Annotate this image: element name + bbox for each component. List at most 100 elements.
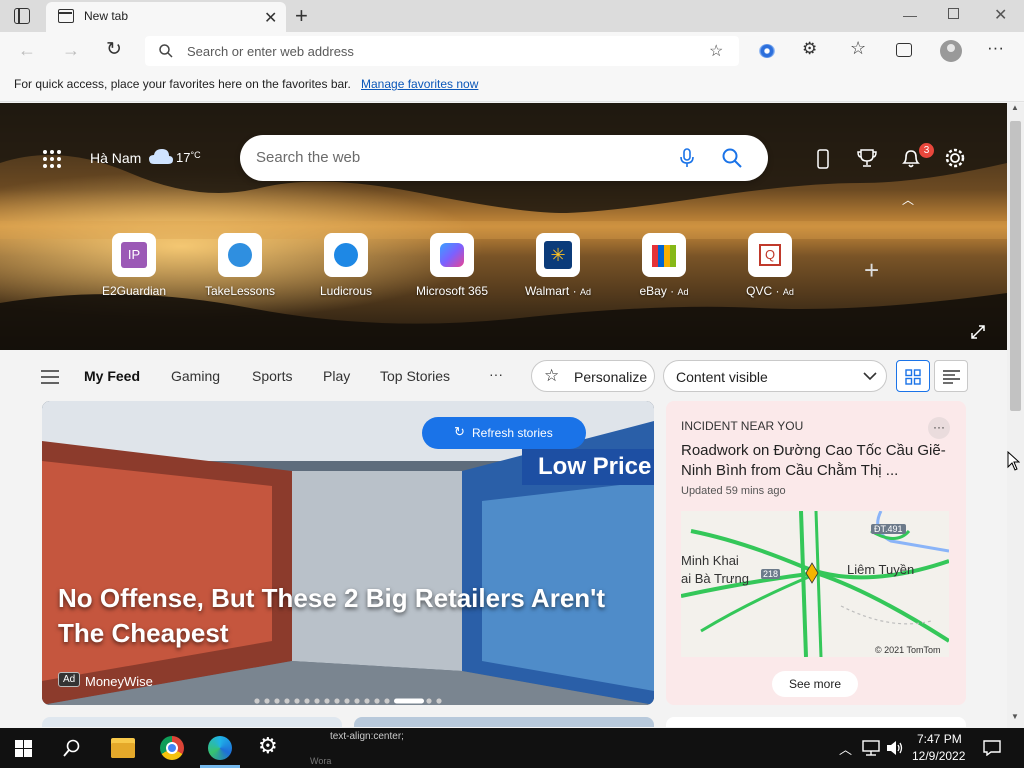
refresh-stories-button[interactable]: ↻ Refresh stories <box>422 417 586 449</box>
quick-link-label: eBay · Ad <box>639 284 689 298</box>
scroll-up-arrow[interactable]: ▲ <box>1011 103 1019 112</box>
temperature-value: 17 <box>176 150 191 165</box>
tab-top-stories[interactable]: Top Stories <box>380 368 450 384</box>
close-window-button[interactable]: ✕ <box>994 5 1007 25</box>
weather-location[interactable]: Hà Nam <box>90 150 141 166</box>
grid-layout-button[interactable] <box>896 360 930 392</box>
collapse-chevron-up-icon[interactable]: ︿ <box>902 191 914 208</box>
profile-avatar[interactable] <box>940 40 962 62</box>
expand-icon[interactable] <box>971 325 985 339</box>
search-icon <box>159 44 173 58</box>
settings-gear-icon[interactable]: ⚙ <box>258 733 278 759</box>
list-layout-button[interactable] <box>934 360 968 392</box>
new-tab-page-icon <box>58 9 74 23</box>
edge-icon[interactable] <box>208 736 232 760</box>
quick-link-ludicrous[interactable]: Ludicrous <box>301 233 391 298</box>
quick-link-e2guardian[interactable]: IP E2Guardian <box>89 233 179 298</box>
page-scrollbar[interactable]: ▲ ▼ <box>1007 103 1024 728</box>
address-bar[interactable]: Search or enter web address ☆ <box>145 36 739 66</box>
forward-button[interactable]: → <box>62 40 80 61</box>
windows-start-icon[interactable] <box>15 740 32 757</box>
navigation-bar: ← → ↻ Search or enter web address ☆ ⚙ ☆ … <box>0 32 1024 70</box>
favorites-bar-text: For quick access, place your favorites h… <box>14 77 351 91</box>
extensions-icon[interactable]: ⚙ <box>802 39 817 59</box>
quick-link-ebay[interactable]: eBay · Ad <box>619 233 709 298</box>
store-sign-text: Low Price <box>538 453 652 480</box>
close-tab-icon[interactable]: ✕ <box>264 8 277 28</box>
taskbar-search-icon[interactable] <box>63 739 81 757</box>
collections-icon[interactable] <box>896 43 912 57</box>
network-icon[interactable] <box>862 740 880 756</box>
story-card-partial[interactable] <box>666 717 966 727</box>
profile-extension-icon[interactable] <box>759 44 775 58</box>
quick-link-takelessons[interactable]: TakeLessons <box>195 233 285 298</box>
clock-date[interactable]: 12/9/2022 <box>912 749 965 763</box>
story-source[interactable]: MoneyWise <box>85 674 153 689</box>
cloud-icon <box>149 149 173 164</box>
minimize-button[interactable]: — <box>903 7 917 23</box>
story-headline[interactable]: No Offense, But These 2 Big Retailers Ar… <box>58 581 648 651</box>
tab-sports[interactable]: Sports <box>252 368 292 384</box>
qvc-logo-icon: Q <box>748 233 792 277</box>
story-card-partial[interactable] <box>354 717 654 727</box>
page-settings-gear-icon[interactable] <box>944 147 966 169</box>
add-quick-link-button[interactable]: + <box>864 255 879 286</box>
favorites-icon[interactable]: ☆ <box>850 38 866 59</box>
scroll-down-arrow[interactable]: ▼ <box>1011 712 1019 721</box>
story-card-partial[interactable] <box>42 717 342 727</box>
clock-time[interactable]: 7:47 PM <box>917 732 962 746</box>
quick-link-label: Microsoft 365 <box>415 284 489 298</box>
add-favorite-icon[interactable]: ☆ <box>709 41 723 61</box>
see-more-button[interactable]: See more <box>772 671 858 697</box>
mobile-phone-icon[interactable] <box>817 149 829 169</box>
restore-button[interactable] <box>948 8 959 19</box>
tab-new-tab[interactable]: New tab ✕ <box>46 2 286 32</box>
tab-gaming[interactable]: Gaming <box>171 368 220 384</box>
rewards-trophy-icon[interactable] <box>857 148 877 168</box>
tab-actions-icon[interactable] <box>14 8 30 24</box>
volume-icon[interactable] <box>886 740 904 756</box>
settings-more-icon[interactable]: ··· <box>987 38 1004 58</box>
quick-link-microsoft365[interactable]: Microsoft 365 <box>407 233 497 298</box>
temperature-unit: °C <box>190 150 201 160</box>
refresh-button[interactable]: ↻ <box>106 38 122 61</box>
search-submit-icon[interactable] <box>722 148 742 168</box>
more-tabs-button[interactable]: ··· <box>489 366 503 382</box>
scrollbar-thumb[interactable] <box>1010 121 1021 411</box>
hamburger-menu-icon[interactable] <box>41 370 59 384</box>
map-label-ba-trung: ai Bà Trưng <box>681 571 749 586</box>
taskbar-tooltip-text: text-align:center; <box>330 731 404 742</box>
quick-link-qvc[interactable]: Q QVC · Ad <box>725 233 815 298</box>
incident-more-button[interactable]: ··· <box>928 417 950 439</box>
show-hidden-icons-chevron[interactable]: ︿ <box>839 739 852 758</box>
web-search-box[interactable]: Search the web <box>240 135 768 181</box>
content-visibility-value: Content visible <box>676 369 768 385</box>
personalize-button[interactable]: ☆ Personalize <box>531 360 655 392</box>
map-road-badge: ĐT.491 <box>871 524 906 534</box>
incident-title[interactable]: Roadwork on Đường Cao Tốc Cầu Giẽ-Ninh B… <box>681 441 953 481</box>
apps-launcher-icon[interactable] <box>42 149 62 169</box>
quick-link-label: Walmart · Ad <box>525 284 591 298</box>
weather-temperature[interactable]: 17°C <box>176 150 201 165</box>
e2guardian-logo-icon: IP <box>112 233 156 277</box>
notification-count-badge: 3 <box>919 143 934 158</box>
back-button[interactable]: ← <box>18 40 36 61</box>
featured-story-card[interactable]: Low Price ↻ Refresh stories No Offense, … <box>42 401 654 705</box>
ad-badge: Ad <box>58 672 81 687</box>
chevron-down-icon <box>863 372 877 381</box>
incident-map[interactable]: Minh Khai ai Bà Trưng Liêm Tuyền ĐT.491 … <box>681 511 949 657</box>
map-copyright: © 2021 TomTom <box>875 645 941 655</box>
manage-favorites-link[interactable]: Manage favorites now <box>361 77 478 91</box>
map-route-badge: 218 <box>761 569 781 579</box>
file-explorer-icon[interactable] <box>111 738 135 758</box>
tab-my-feed[interactable]: My Feed <box>84 368 140 384</box>
carousel-indicator[interactable] <box>254 691 444 704</box>
tab-play[interactable]: Play <box>323 368 350 384</box>
notifications-center-icon[interactable] <box>983 740 1001 756</box>
quick-link-walmart[interactable]: ✳ Walmart · Ad <box>513 233 603 298</box>
microphone-icon[interactable] <box>680 148 694 168</box>
content-visibility-select[interactable]: Content visible <box>663 360 887 392</box>
new-tab-button[interactable]: + <box>295 3 308 29</box>
incident-card[interactable]: INCIDENT NEAR YOU ··· Roadwork on Đường … <box>666 401 966 705</box>
chrome-icon[interactable] <box>160 736 184 760</box>
